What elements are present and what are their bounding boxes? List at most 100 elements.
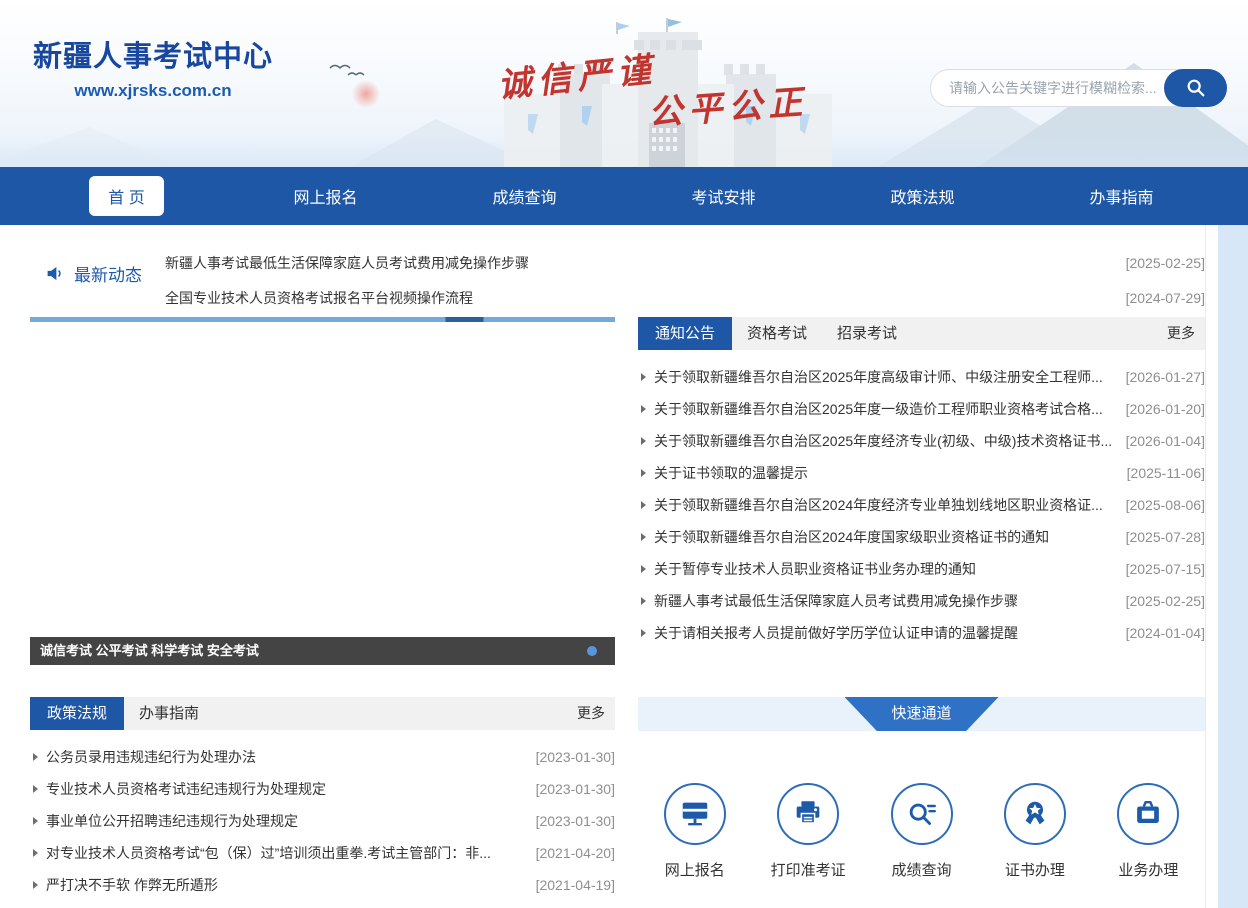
banner-carousel[interactable]: 诚信考试 公平考试 科学考试 安全考试	[30, 317, 615, 665]
announcement-title[interactable]: 关于领取新疆维吾尔自治区2024年度国家级职业资格证书的通知	[654, 527, 1114, 547]
tab-notices[interactable]: 通知公告	[638, 317, 732, 350]
tab-service-guide[interactable]: 办事指南	[124, 697, 214, 730]
bullet-icon	[641, 629, 646, 637]
list-item[interactable]: 严打决不手软 作弊无所遁形 [2021-04-19]	[30, 869, 615, 901]
announcement-date: [2024-01-04]	[1126, 625, 1205, 641]
bullet-icon	[641, 373, 646, 381]
announcement-title[interactable]: 新疆人事考试最低生活保障家庭人员考试费用减免操作步骤	[654, 591, 1114, 611]
site-url: www.xjrsks.com.cn	[33, 81, 273, 101]
notice-panel: 通知公告 资格考试 招录考试 更多 关于领取新疆维吾尔自治区2025年度高级审计…	[638, 317, 1205, 649]
quick-channel-items: 网上报名 打印准考证	[638, 783, 1205, 880]
bullet-icon	[33, 785, 38, 793]
policy-title[interactable]: 事业单位公开招聘违纪违规行为处理规定	[46, 811, 524, 831]
search-input[interactable]	[931, 70, 1164, 106]
nav-item-score-query[interactable]: 成绩查询	[425, 167, 624, 225]
announcement-title[interactable]: 关于暂停专业技术人员职业资格证书业务办理的通知	[654, 559, 1114, 579]
announcement-date: [2025-11-06]	[1127, 465, 1205, 481]
nav-item-online-registration[interactable]: 网上报名	[226, 167, 425, 225]
site-header: 新疆人事考试中心 www.xjrsks.com.cn 诚信严谨 公平公正	[0, 0, 1248, 167]
carousel-caption: 诚信考试 公平考试 科学考试 安全考试	[30, 637, 615, 665]
list-item[interactable]: 事业单位公开招聘违纪违规行为处理规定 [2023-01-30]	[30, 805, 615, 837]
list-item[interactable]: 关于暂停专业技术人员职业资格证书业务办理的通知 [2025-07-15]	[638, 553, 1205, 585]
announcement-title[interactable]: 关于领取新疆维吾尔自治区2025年度经济专业(初级、中级)技术资格证书...	[654, 431, 1114, 451]
bullet-icon	[641, 565, 646, 573]
announcement-date: [2026-01-27]	[1126, 369, 1205, 385]
tab-qualification-exams[interactable]: 资格考试	[732, 317, 822, 350]
policy-date: [2021-04-20]	[536, 845, 615, 861]
list-item[interactable]: 关于请相关报考人员提前做好学历学位认证申请的温馨提醒 [2024-01-04]	[638, 617, 1205, 649]
list-item[interactable]: 关于领取新疆维吾尔自治区2025年度一级造价工程师职业资格考试合格... [20…	[638, 393, 1205, 425]
tab-recruitment-exams[interactable]: 招录考试	[822, 317, 912, 350]
nav-item-exam-schedule[interactable]: 考试安排	[624, 167, 823, 225]
nav-item-home-label[interactable]: 首 页	[89, 176, 163, 216]
news-title[interactable]: 新疆人事考试最低生活保障家庭人员考试费用减免操作步骤	[165, 253, 1114, 273]
quick-item-business-service[interactable]: 业务办理	[1092, 783, 1205, 880]
search-button[interactable]	[1164, 69, 1227, 107]
announcement-title[interactable]: 关于领取新疆维吾尔自治区2025年度一级造价工程师职业资格考试合格...	[654, 399, 1114, 419]
announcement-date: [2025-07-28]	[1126, 529, 1205, 545]
bullet-icon	[641, 469, 646, 477]
list-item[interactable]: 新疆人事考试最低生活保障家庭人员考试费用减免操作步骤 [2025-02-25]	[165, 245, 1205, 280]
announcement-date: [2026-01-04]	[1126, 433, 1205, 449]
list-item[interactable]: 关于领取新疆维吾尔自治区2024年度经济专业单独划线地区职业资格证... [20…	[638, 489, 1205, 521]
nav-item-policies[interactable]: 政策法规	[823, 167, 1022, 225]
news-date: [2025-02-25]	[1126, 255, 1205, 271]
quick-item-score-query[interactable]: 成绩查询	[865, 783, 978, 880]
tab-policies[interactable]: 政策法规	[30, 697, 124, 730]
policy-title[interactable]: 专业技术人员资格考试违纪违规行为处理规定	[46, 779, 524, 799]
list-item[interactable]: 专业技术人员资格考试违纪违规行为处理规定 [2023-01-30]	[30, 773, 615, 805]
list-item[interactable]: 关于证书领取的温馨提示 [2025-11-06]	[638, 457, 1205, 489]
latest-news-section: 最新动态 新疆人事考试最低生活保障家庭人员考试费用减免操作步骤 [2025-02…	[30, 245, 1205, 315]
search-box	[930, 69, 1227, 107]
policy-list: 公务员录用违规违纪行为处理办法 [2023-01-30] 专业技术人员资格考试违…	[30, 741, 615, 901]
list-item[interactable]: 关于领取新疆维吾尔自治区2025年度高级审计师、中级注册安全工程师... [20…	[638, 361, 1205, 393]
more-link[interactable]: 更多	[577, 697, 615, 730]
bullet-icon	[641, 501, 646, 509]
quick-item-certificate-service[interactable]: 证书办理	[978, 783, 1091, 880]
announcement-title[interactable]: 关于领取新疆维吾尔自治区2024年度经济专业单独划线地区职业资格证...	[654, 495, 1114, 515]
search-icon	[1185, 77, 1207, 99]
main-nav: 首 页 网上报名 成绩查询 考试安排 政策法规 办事指南	[0, 167, 1248, 225]
content-edge-divider	[1205, 225, 1206, 908]
quick-channel-title: 快速通道	[845, 697, 999, 731]
mountain-decoration	[0, 127, 180, 167]
quick-item-label[interactable]: 证书办理	[1005, 859, 1065, 880]
policy-title[interactable]: 公务员录用违规违纪行为处理办法	[46, 747, 524, 767]
bullet-icon	[641, 533, 646, 541]
announcement-title[interactable]: 关于领取新疆维吾尔自治区2025年度高级审计师、中级注册安全工程师...	[654, 367, 1114, 387]
medal-icon	[1018, 797, 1052, 831]
policy-title[interactable]: 严打决不手软 作弊无所遁形	[46, 875, 524, 895]
announcement-date: [2026-01-20]	[1126, 401, 1205, 417]
announcement-title[interactable]: 关于证书领取的温馨提示	[654, 463, 1115, 483]
quick-item-label[interactable]: 成绩查询	[892, 859, 952, 880]
quick-item-label[interactable]: 打印准考证	[771, 859, 846, 880]
list-item[interactable]: 关于领取新疆维吾尔自治区2024年度国家级职业资格证书的通知 [2025-07-…	[638, 521, 1205, 553]
list-item[interactable]: 对专业技术人员资格考试“包（保）过”培训须出重拳.考试主管部门：非... [20…	[30, 837, 615, 869]
announcement-title[interactable]: 关于请相关报考人员提前做好学历学位认证申请的温馨提醒	[654, 623, 1114, 643]
list-item[interactable]: 关于领取新疆维吾尔自治区2025年度经济专业(初级、中级)技术资格证书... […	[638, 425, 1205, 457]
more-link[interactable]: 更多	[1167, 317, 1205, 350]
quick-item-label[interactable]: 网上报名	[665, 859, 725, 880]
list-item[interactable]: 新疆人事考试最低生活保障家庭人员考试费用减免操作步骤 [2025-02-25]	[638, 585, 1205, 617]
quick-channel-header: 快速通道	[638, 697, 1205, 731]
notice-tab-bar: 通知公告 资格考试 招录考试 更多	[638, 317, 1205, 350]
policy-date: [2023-01-30]	[536, 781, 615, 797]
site-brand: 新疆人事考试中心 www.xjrsks.com.cn	[33, 33, 273, 101]
nav-item-home[interactable]: 首 页	[27, 167, 226, 225]
nav-item-service-guide[interactable]: 办事指南	[1022, 167, 1221, 225]
list-item[interactable]: 全国专业技术人员资格考试报名平台视频操作流程 [2024-07-29]	[165, 280, 1205, 315]
speaker-icon	[45, 263, 66, 284]
birds-decoration	[328, 60, 370, 80]
news-title[interactable]: 全国专业技术人员资格考试报名平台视频操作流程	[165, 288, 1114, 308]
policy-title[interactable]: 对专业技术人员资格考试“包（保）过”培训须出重拳.考试主管部门：非...	[46, 843, 524, 863]
announcement-date: [2025-07-15]	[1126, 561, 1205, 577]
quick-item-online-registration[interactable]: 网上报名	[638, 783, 751, 880]
quick-item-label[interactable]: 业务办理	[1118, 859, 1178, 880]
carousel-indicator-dot[interactable]	[587, 646, 597, 656]
policy-date: [2023-01-30]	[536, 813, 615, 829]
list-item[interactable]: 公务员录用违规违纪行为处理办法 [2023-01-30]	[30, 741, 615, 773]
quick-item-print-admission-ticket[interactable]: 打印准考证	[751, 783, 864, 880]
latest-news-list: 新疆人事考试最低生活保障家庭人员考试费用减免操作步骤 [2025-02-25] …	[165, 245, 1205, 315]
bullet-icon	[33, 881, 38, 889]
quick-channel-panel: 快速通道 网上报名	[638, 697, 1205, 880]
